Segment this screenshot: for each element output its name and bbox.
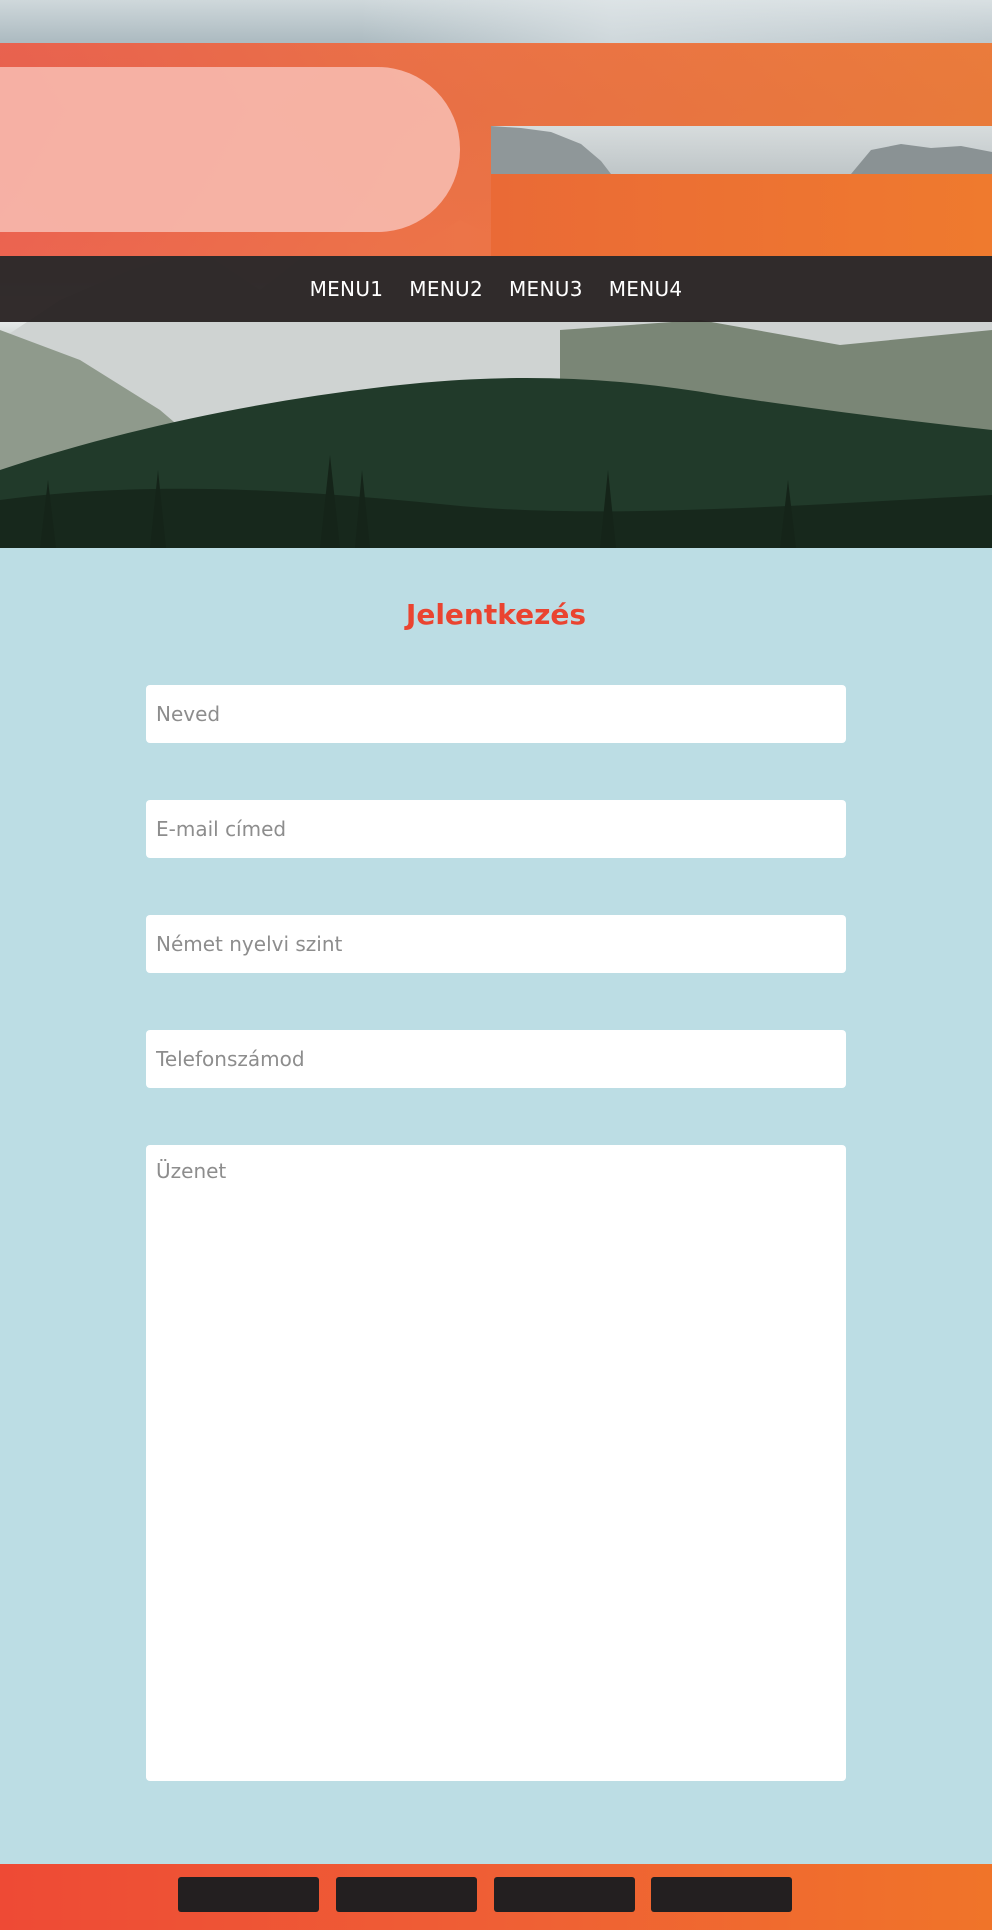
nav-item-menu1[interactable]: MENU1 <box>310 277 384 301</box>
german-level-field[interactable] <box>146 915 846 973</box>
footer-button-1[interactable] <box>178 1877 319 1912</box>
email-field[interactable] <box>146 800 846 858</box>
phone-field[interactable] <box>146 1030 846 1088</box>
nav-item-menu2[interactable]: MENU2 <box>409 277 483 301</box>
name-field[interactable] <box>146 685 846 743</box>
mountain-peaks-image <box>491 126 992 174</box>
hero-banner: MENU1 MENU2 MENU3 MENU4 <box>0 0 992 548</box>
main-navigation: MENU1 MENU2 MENU3 MENU4 <box>0 256 992 322</box>
form-title: Jelentkezés <box>405 598 587 631</box>
header-orange-band-lower <box>491 174 992 256</box>
nav-item-menu4[interactable]: MENU4 <box>609 277 683 301</box>
nav-item-menu3[interactable]: MENU3 <box>509 277 583 301</box>
header-pill-panel <box>0 67 460 232</box>
footer-button-3[interactable] <box>494 1877 635 1912</box>
footer-button-4[interactable] <box>651 1877 792 1912</box>
footer-button-2[interactable] <box>336 1877 477 1912</box>
sky-clouds <box>360 0 992 44</box>
header-mountain-window <box>491 126 992 174</box>
message-field[interactable] <box>146 1145 846 1781</box>
footer-bar <box>0 1864 992 1930</box>
